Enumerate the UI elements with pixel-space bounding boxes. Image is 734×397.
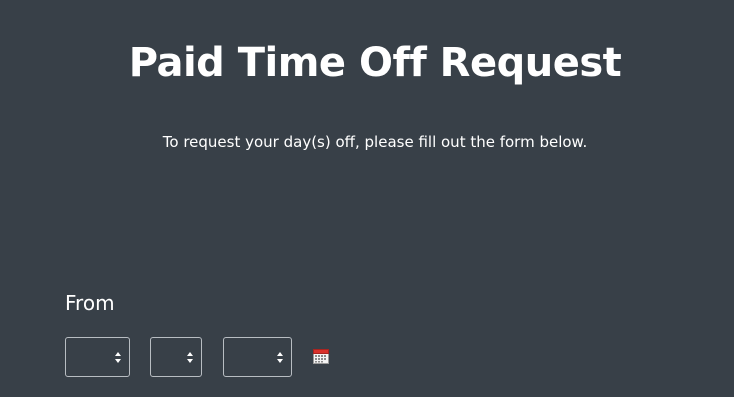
select-arrows-icon [115, 351, 123, 365]
from-label: From [65, 291, 115, 315]
pto-request-page: Paid Time Off Request To request your da… [0, 0, 734, 397]
select-arrows-icon [277, 351, 285, 365]
page-title: Paid Time Off Request [128, 40, 622, 86]
from-month-select[interactable] [65, 337, 130, 377]
from-year-select[interactable] [223, 337, 292, 377]
page-subtitle: To request your day(s) off, please fill … [162, 133, 588, 151]
select-arrows-icon [187, 351, 195, 365]
calendar-icon[interactable] [313, 348, 329, 364]
from-day-select[interactable] [150, 337, 202, 377]
